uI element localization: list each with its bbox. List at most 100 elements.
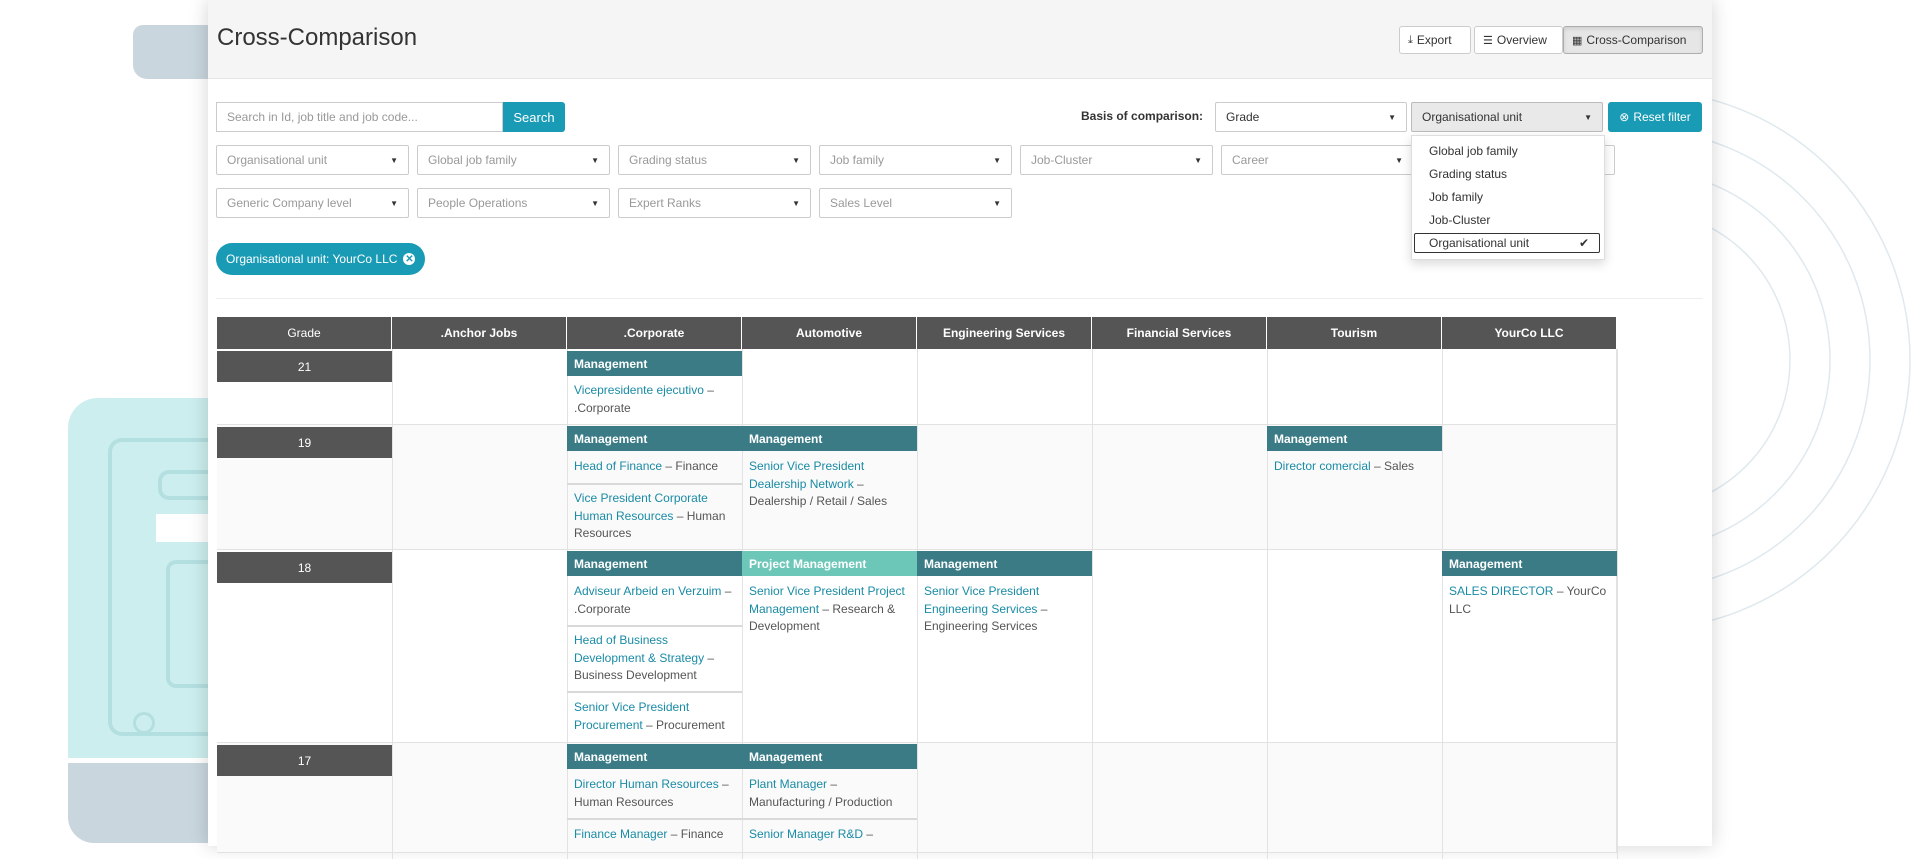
- job-link[interactable]: Senior Manager R&D: [749, 827, 863, 841]
- basis-of-comparison-label: Basis of comparison:: [1081, 109, 1204, 123]
- filter-global-job-family[interactable]: Global job family ▼: [417, 145, 610, 175]
- job-family-header: Management: [567, 351, 742, 376]
- filter-grading-status[interactable]: Grading status ▼: [618, 145, 811, 175]
- job-entry: Vicepresidente ejecutivo – .Corporate: [567, 382, 742, 417]
- job-separator: –: [673, 508, 687, 523]
- job-unit: Dealership / Retail / Sales: [749, 494, 888, 508]
- basis-second-select[interactable]: Organisational unit ▼: [1411, 102, 1603, 132]
- job-separator: –: [1037, 601, 1048, 616]
- job-link[interactable]: SALES DIRECTOR: [1449, 584, 1553, 598]
- caret-down-icon: ▼: [390, 198, 398, 208]
- search-button[interactable]: Search: [503, 102, 565, 132]
- filter-label: People Operations: [428, 196, 528, 210]
- job-family-header: Management: [567, 744, 742, 769]
- dropdown-option-label: Organisational unit: [1429, 236, 1530, 250]
- job-link[interactable]: Senior Vice President Engineering Servic…: [924, 584, 1039, 616]
- remove-filter-icon[interactable]: ✕: [403, 253, 416, 265]
- caret-down-icon: ▼: [1584, 112, 1592, 122]
- job-separator-line: [567, 483, 742, 485]
- job-family-header: Management: [1267, 426, 1442, 451]
- active-filter-chip[interactable]: Organisational unit: YourCo LLC ✕: [216, 243, 426, 275]
- job-unit: .Corporate: [574, 601, 631, 616]
- export-button[interactable]: ⤓ Export: [1399, 26, 1471, 54]
- job-family-header: Management: [742, 744, 917, 769]
- job-separator-line: [742, 818, 917, 820]
- caret-down-icon: ▼: [792, 198, 800, 208]
- job-entry: Senior Vice President Project Management…: [742, 583, 917, 636]
- job-separator: –: [721, 584, 732, 598]
- page-title: Cross-Comparison: [217, 24, 418, 51]
- grade-cell: 21: [217, 351, 392, 382]
- job-entry: Head of Finance – Finance: [567, 458, 742, 476]
- job-unit: Sales: [1384, 459, 1415, 473]
- job-link[interactable]: Vicepresidente ejecutivo: [574, 383, 704, 397]
- job-link[interactable]: Plant Manager: [749, 777, 827, 791]
- filter-job-cluster[interactable]: Job-Cluster ▼: [1020, 145, 1213, 175]
- overview-label: Overview: [1496, 33, 1547, 47]
- column-header: Financial Services: [1092, 317, 1267, 349]
- filter-label: Job family: [830, 153, 885, 167]
- caret-down-icon: ▼: [1194, 155, 1202, 165]
- divider: [216, 298, 1703, 299]
- job-entry: Plant Manager – Manufacturing / Producti…: [742, 776, 917, 811]
- caret-down-icon: ▼: [390, 155, 398, 165]
- filter-people-operations[interactable]: People Operations ▼: [417, 188, 610, 218]
- job-family-header: Management: [917, 551, 1092, 576]
- job-entry: Finance Manager – Finance: [567, 826, 742, 844]
- column-header: Engineering Services: [917, 317, 1092, 349]
- job-link[interactable]: Head of Business Development & Strategy: [574, 633, 704, 665]
- dropdown-option[interactable]: Job-Cluster: [1429, 213, 1490, 227]
- job-link[interactable]: Head of Finance: [574, 459, 662, 473]
- filter-label: Career: [1232, 153, 1269, 167]
- job-unit: Human Resources: [574, 794, 674, 809]
- caret-down-icon: ▼: [1395, 155, 1403, 165]
- job-separator: –: [1370, 459, 1385, 473]
- job-entry: Director comercial – Sales: [1267, 458, 1442, 476]
- filter-sales-level[interactable]: Sales Level ▼: [819, 188, 1012, 218]
- job-separator: –: [667, 827, 681, 841]
- job-link[interactable]: Senior Vice President Dealership Network: [749, 459, 864, 491]
- job-separator: –: [853, 476, 864, 491]
- job-separator: –: [819, 601, 833, 616]
- overview-button[interactable]: ☰ Overview: [1474, 26, 1563, 54]
- filter-job-family[interactable]: Job family ▼: [819, 145, 1012, 175]
- main-panel: Cross-Comparison ⤓ Export ☰ Overview ▦ C…: [208, 0, 1712, 859]
- job-entry: Senior Vice President Dealership Network…: [742, 458, 917, 511]
- job-entry: Senior Manager R&D –: [742, 826, 917, 844]
- job-family-header: Management: [567, 551, 742, 576]
- cross-comparison-button[interactable]: ▦ Cross-Comparison: [1563, 26, 1703, 54]
- column-header: Automotive: [742, 317, 917, 349]
- filter-label: Generic Company level: [227, 196, 352, 210]
- dropdown-option-selected[interactable]: Organisational unit ✔: [1414, 233, 1600, 253]
- job-unit: Engineering Services: [924, 619, 1038, 633]
- page-header: Cross-Comparison ⤓ Export ☰ Overview ▦ C…: [208, 0, 1712, 79]
- dropdown-option[interactable]: Job family: [1429, 190, 1483, 204]
- background-device-button: [133, 712, 155, 734]
- dropdown-option[interactable]: Grading status: [1429, 167, 1507, 181]
- background-arcs: [1700, 95, 1911, 625]
- filter-organisational-unit[interactable]: Organisational unit ▼: [216, 145, 409, 175]
- search-input[interactable]: Search in Id, job title and job code...: [216, 102, 503, 132]
- caret-down-icon: ▼: [993, 198, 1001, 208]
- caret-down-icon: ▼: [591, 155, 599, 165]
- filter-label: Expert Ranks: [629, 196, 702, 210]
- filter-label: Organisational unit: [227, 153, 328, 167]
- filter-career[interactable]: Career ▼: [1221, 145, 1414, 175]
- job-link[interactable]: Adviseur Arbeid en Verzuim: [574, 584, 721, 598]
- job-separator: –: [642, 717, 657, 732]
- job-unit: Procurement: [656, 717, 725, 732]
- job-entry: Head of Business Development & Strategy …: [567, 632, 742, 685]
- dropdown-option[interactable]: Global job family: [1429, 144, 1518, 158]
- table-icon: ▦: [1572, 34, 1583, 47]
- filter-expert-ranks[interactable]: Expert Ranks ▼: [618, 188, 811, 218]
- job-link[interactable]: Director Human Resources: [574, 777, 719, 791]
- caret-down-icon: ▼: [993, 155, 1001, 165]
- filter-generic-company-level[interactable]: Generic Company level ▼: [216, 188, 409, 218]
- caret-down-icon: ▼: [792, 155, 800, 165]
- job-family-header: Project Management: [742, 551, 917, 576]
- job-link[interactable]: Director comercial: [1274, 459, 1371, 473]
- job-link[interactable]: Finance Manager: [574, 827, 667, 841]
- basis-first-select[interactable]: Grade ▼: [1215, 102, 1407, 132]
- reset-filter-button[interactable]: ⊗ Reset filter: [1608, 102, 1702, 132]
- job-family-header: Management: [567, 426, 742, 451]
